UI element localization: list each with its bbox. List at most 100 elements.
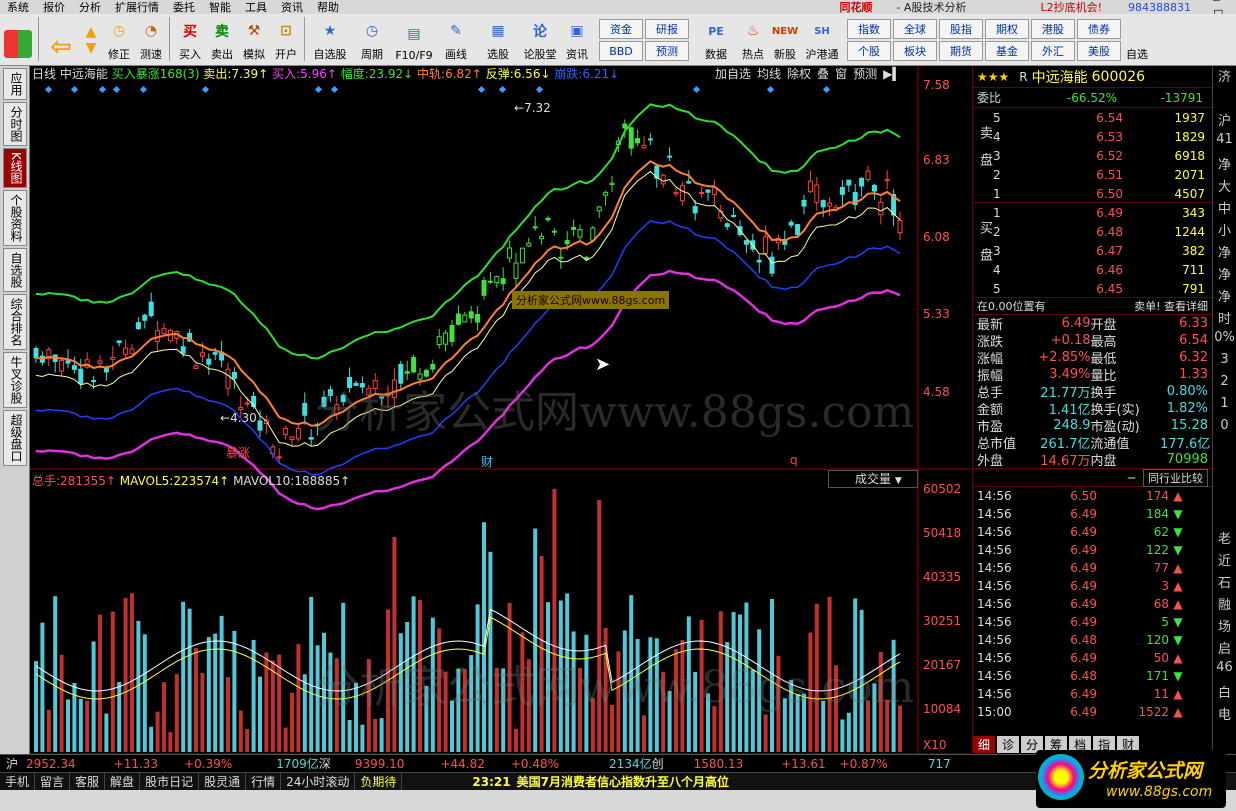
candle — [596, 206, 602, 212]
side-tab-diagnosis[interactable]: 牛叉诊股 — [3, 351, 27, 408]
quick-btn[interactable]: BBD — [599, 41, 643, 61]
watchlist-end-button[interactable]: 自选 — [1125, 13, 1149, 65]
bottom-btn-rolling[interactable]: 24小时滚动 — [281, 773, 356, 790]
side-tab-profile[interactable]: 个股资料 — [3, 189, 27, 246]
bid-row[interactable]: 1 6.49 343 — [993, 203, 1209, 222]
volume-bar — [360, 724, 365, 752]
news-button[interactable]: ▣ 资讯 — [561, 13, 593, 65]
industry-compare-button[interactable]: 同行业比较 — [1143, 468, 1208, 487]
detail-tab[interactable]: 细 — [973, 736, 996, 753]
side-tab-timeshare[interactable]: 分时图 — [3, 102, 27, 146]
toolbar-btn-1[interactable]: ◔ 测速 — [135, 13, 167, 65]
ask-row[interactable]: 4 6.53 1829 — [993, 127, 1209, 146]
quick-btn[interactable]: 期权 — [985, 19, 1029, 39]
volume-bar — [283, 727, 288, 752]
arrow-down-icon: ▼ — [1173, 525, 1183, 539]
tick-list[interactable]: 14:56 6.50 174 ▲ 14:56 6.49 184 ▼ 14:56 6.49 62 ▼ 14… — [973, 487, 1212, 721]
bid-book: 买盘 1 6.49 343 2 6.48 1244 3 6.47 382 4 6.46 711 5 6.4… — [973, 203, 1212, 298]
baozhang-marker: 暴涨 — [226, 446, 251, 460]
ask-row[interactable]: 2 6.51 2071 — [993, 165, 1209, 184]
sh-index[interactable]: 2952.34 — [26, 757, 76, 771]
side-tab-ranking[interactable]: 综合排名 — [3, 293, 27, 350]
back-button[interactable]: ⇦ — [43, 13, 79, 65]
quick-btn[interactable]: 资金 — [599, 19, 643, 39]
overlay-button[interactable]: 叠 — [814, 66, 832, 82]
quick-btn[interactable]: 期货 — [939, 41, 983, 61]
candle — [756, 259, 762, 263]
toolbar-btn-0[interactable]: ◷ 修正 — [103, 13, 135, 65]
bottom-btn-message[interactable]: 留言 — [35, 773, 71, 790]
volume-bar — [206, 637, 211, 752]
exright-button[interactable]: 除权 — [784, 66, 814, 82]
period-label[interactable]: 日线 — [32, 67, 56, 81]
bottom-btn-diary[interactable]: 股市日记 — [140, 773, 200, 790]
bottom-btn-ling[interactable]: 股灵通 — [199, 773, 247, 790]
finance-marker[interactable]: 财 — [481, 453, 493, 470]
draw-button[interactable]: ✎ 画线 — [435, 13, 477, 65]
quick-btn[interactable]: 个股 — [847, 41, 891, 61]
hk-connect-button[interactable]: SH 沪港通 — [801, 13, 843, 65]
kline-chart-area[interactable]: 日线 中远海能 买入暴涨168(3) 卖出:7.39↑ 买入:5.96↑ 幅度:… — [30, 66, 970, 772]
screener-button[interactable]: ▦ 选股 — [477, 13, 519, 65]
volume-bar — [245, 728, 250, 752]
quick-btn[interactable]: 股指 — [939, 19, 983, 39]
bid-row[interactable]: 2 6.48 1244 — [993, 222, 1209, 241]
collapse-icon[interactable]: ─ — [1128, 471, 1135, 485]
quick-btn[interactable]: 全球 — [893, 19, 937, 39]
news-headline[interactable]: 美国7月消费者信心指数升至八个月高位 — [517, 773, 729, 790]
add-watchlist-button[interactable]: 加自选 — [712, 66, 754, 82]
side-tab-apps[interactable]: 应用 — [3, 68, 27, 100]
bottom-btn-mobile[interactable]: 手机 — [0, 773, 36, 790]
quick-btn[interactable]: 指数 — [847, 19, 891, 39]
side-tab-watchlist[interactable]: 自选股 — [3, 247, 27, 292]
q-marker[interactable]: q — [790, 453, 798, 467]
watchlist-button[interactable]: ★ 自选股 — [309, 13, 351, 65]
quick-btn[interactable]: 美股 — [1077, 41, 1121, 61]
updown-button[interactable]: ▲ ▼ — [79, 13, 103, 65]
side-info-item: 3 — [1220, 352, 1229, 367]
bottom-btn-service[interactable]: 客服 — [70, 773, 106, 790]
period-button[interactable]: ◷ 周期 — [351, 13, 393, 65]
bid-row[interactable]: 5 6.45 791 — [993, 279, 1209, 298]
side-tab-super[interactable]: 超级盘口 — [3, 409, 27, 466]
bottom-btn-quote[interactable]: 行情 — [246, 773, 282, 790]
detail-tab[interactable]: 诊 — [997, 736, 1020, 753]
forecast-button[interactable]: 预测 — [850, 66, 880, 82]
promo-link[interactable]: L2抄底机会! — [1033, 0, 1109, 15]
tick-cell: 6.48 — [1070, 633, 1097, 647]
ask-row[interactable]: 3 6.52 6918 — [993, 146, 1209, 165]
quick-btn[interactable]: 外汇 — [1031, 41, 1075, 61]
buy-button[interactable]: 买买入 — [174, 13, 206, 65]
window-button[interactable]: 窗 — [832, 66, 850, 82]
rebound-label: 反弹: — [485, 67, 514, 81]
forum-button[interactable]: 论论股堂 — [519, 13, 561, 65]
data-button[interactable]: PE 数据 — [695, 13, 737, 65]
ask-row[interactable]: 5 6.54 1937 — [993, 108, 1209, 127]
volume-indicator-select[interactable]: 成交量 ▼ — [828, 470, 918, 488]
expand-icon[interactable]: ▶▍ — [880, 66, 904, 82]
quick-btn[interactable]: 港股 — [1031, 19, 1075, 39]
hot-button[interactable]: ♨ 热点 — [737, 13, 769, 65]
quick-btn[interactable]: 债券 — [1077, 19, 1121, 39]
quick-btn[interactable]: 预测 — [645, 41, 689, 61]
side-tab-kline[interactable]: K线图 — [3, 148, 27, 188]
quick-btn[interactable]: 板块 — [893, 41, 937, 61]
sz-index[interactable]: 9399.10 — [355, 757, 405, 771]
bottom-btn-expect[interactable]: 负期待 — [355, 773, 403, 790]
quick-btn[interactable]: 研报 — [645, 19, 689, 39]
ma-button[interactable]: 均线 — [754, 66, 784, 82]
price: 6.54 — [1096, 110, 1123, 125]
quick-btn[interactable]: 基金 — [985, 41, 1029, 61]
f10-button[interactable]: ▤ F10/F9 — [393, 13, 435, 65]
bottom-btn-analysis[interactable]: 解盘 — [105, 773, 141, 790]
ipo-button[interactable]: NEW 新股 — [769, 13, 801, 65]
bid-row[interactable]: 3 6.47 382 — [993, 241, 1209, 260]
cy-index[interactable]: 1580.13 — [694, 757, 744, 771]
open-account-button[interactable]: ⊡ 开户 — [270, 13, 302, 65]
simulate-button[interactable]: ⚒ 模拟 — [238, 13, 270, 65]
position-detail-link[interactable]: 卖单! 查看详细 — [1134, 298, 1208, 314]
layout-button[interactable] — [0, 13, 36, 65]
sell-button[interactable]: 卖卖出 — [206, 13, 238, 65]
ask-row[interactable]: 1 6.50 4507 — [993, 184, 1209, 203]
bid-row[interactable]: 4 6.46 711 — [993, 260, 1209, 279]
